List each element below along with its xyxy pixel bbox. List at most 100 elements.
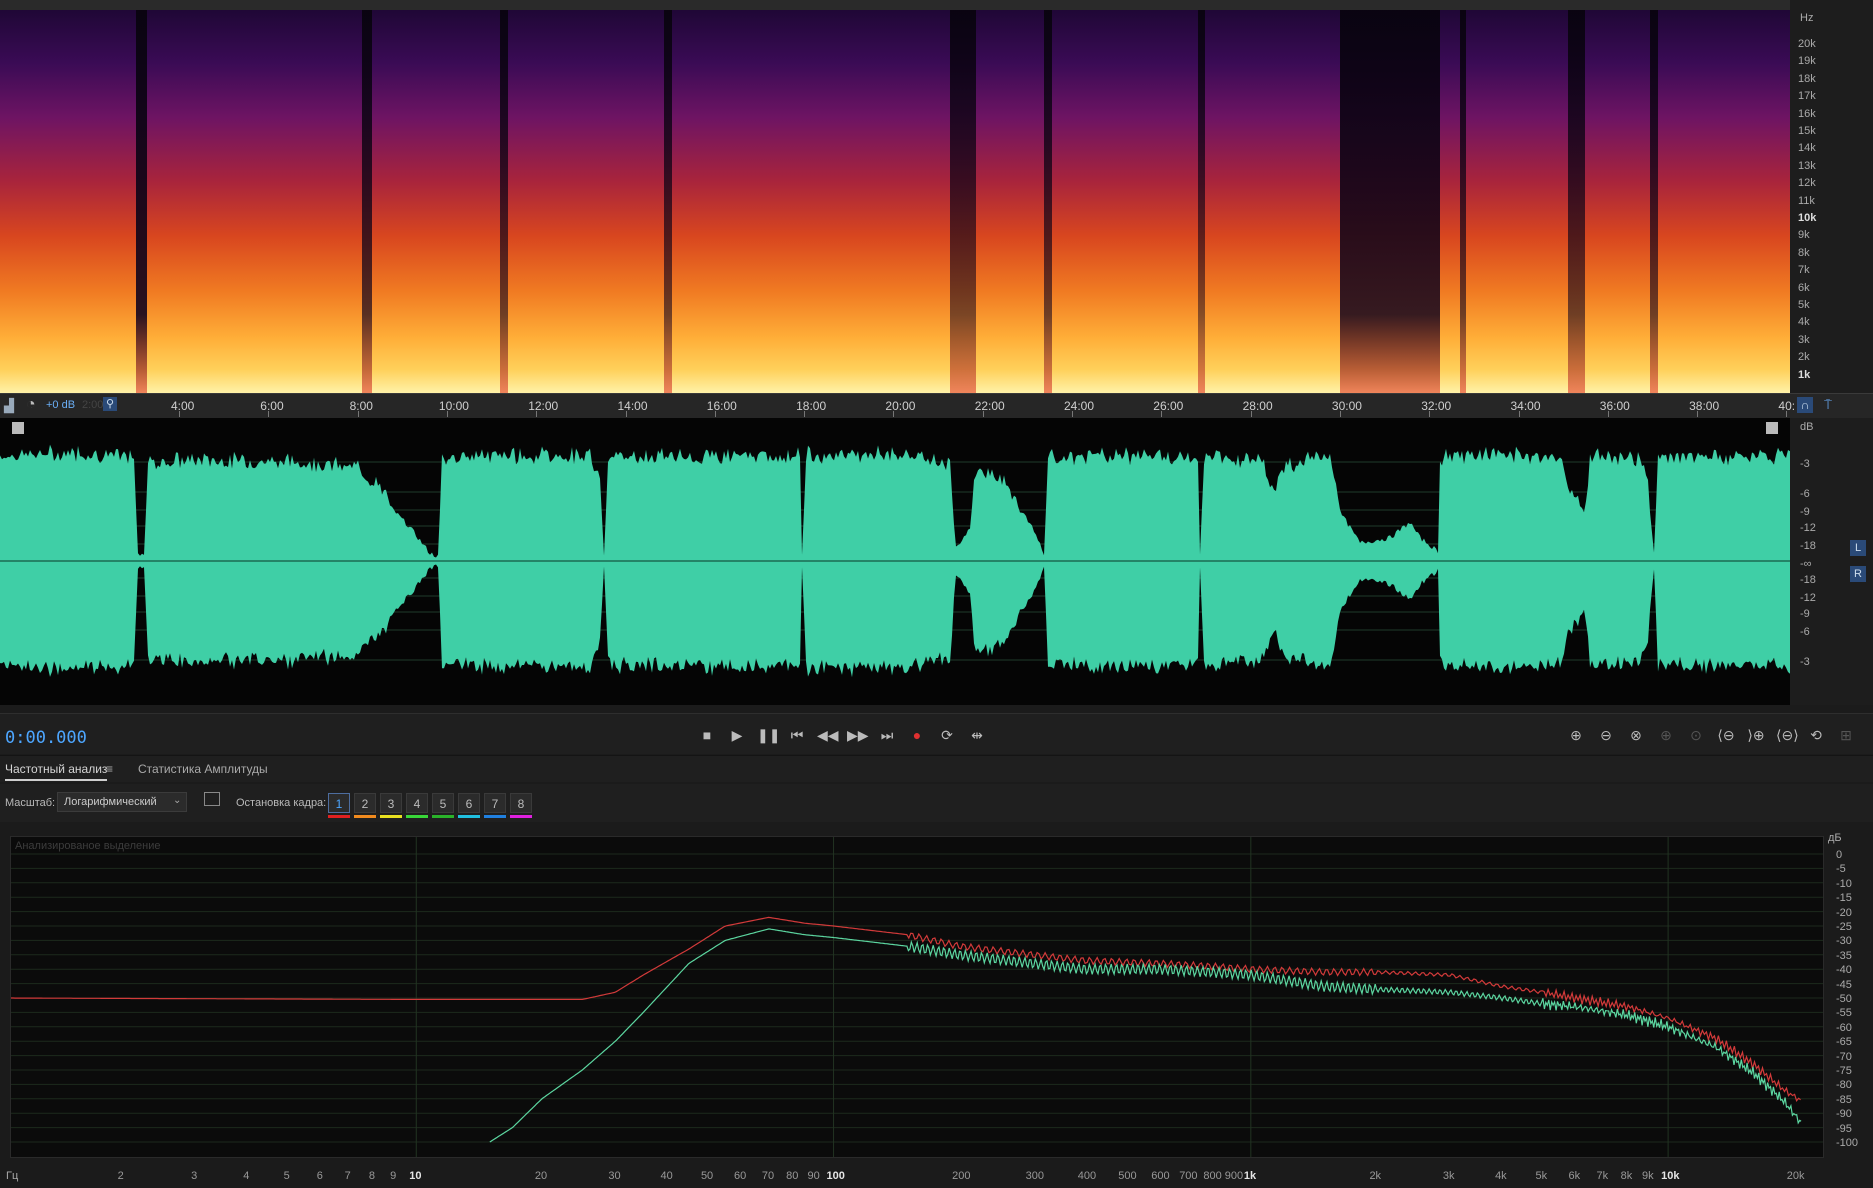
hz-tick-label: 9k — [1798, 229, 1810, 242]
hz-tick-label: 18k — [1798, 72, 1816, 85]
zoom-in-time-icon[interactable]: ⊕ — [1656, 726, 1676, 744]
graph-hz-tick: 8 — [368, 1170, 375, 1182]
marker-icon[interactable]: ⍑ — [1820, 397, 1836, 413]
freeze-frame-button-6[interactable]: 6 — [458, 793, 480, 813]
spectrogram-gap — [362, 0, 372, 393]
spectrogram-gap — [1460, 0, 1466, 393]
timeline-tick — [1697, 411, 1699, 417]
graph-hz-tick: 1k — [1243, 1170, 1257, 1182]
graph-hz-tick: 90 — [807, 1170, 820, 1182]
freeze-frame-button-8[interactable]: 8 — [510, 793, 532, 813]
hz-tick-label: 17k — [1798, 90, 1816, 103]
spectrogram-gap — [1044, 0, 1052, 393]
timeline-tick-label: 20:00 — [885, 399, 916, 413]
zoom-to-playhead-icon[interactable]: ⊞ — [1836, 726, 1856, 744]
graph-db-tick: -55 — [1836, 1007, 1852, 1020]
waveform-db-tick: -18 — [1800, 540, 1816, 552]
scale-label: Масштаб: — [5, 797, 56, 809]
gain-label: +0 dB — [46, 399, 76, 411]
play-button[interactable]: ▶ — [727, 726, 747, 744]
fast-forward-button[interactable]: ▶▶ — [847, 726, 869, 744]
loop-button[interactable]: ⟳ — [937, 726, 957, 744]
zoom-corner-right-icon[interactable] — [1766, 422, 1778, 434]
freeze-frame-button-7[interactable]: 7 — [484, 793, 506, 813]
timeline-tick — [357, 411, 359, 417]
freeze-frame-button-2[interactable]: 2 — [354, 793, 376, 813]
graph-db-tick: -50 — [1836, 993, 1852, 1005]
graph-hz-tick: 7k — [1596, 1170, 1609, 1182]
graph-hz-tick: 2 — [117, 1170, 124, 1182]
hz-tick-label: 6k — [1798, 281, 1810, 294]
waveform-db-tick: -9 — [1800, 506, 1810, 518]
waveform-db-tick: -18 — [1800, 574, 1816, 586]
timeline-ruler[interactable]: ▟ ◔ +0 dB 2:00 ⚲ 4:00 6:00 8:00 10:00 12:00 1… — [0, 393, 1873, 418]
graph-hz-tick: 4 — [243, 1170, 250, 1182]
spectrum-curve-red — [0, 916, 1801, 1103]
waveform-view[interactable] — [0, 418, 1790, 705]
hz-tick-label: 13k — [1798, 159, 1816, 172]
scale-select[interactable]: Логарифмический ⌄ — [57, 792, 187, 812]
graph-hz-tick: 30 — [608, 1170, 621, 1182]
waveform-db-tick: -6 — [1800, 626, 1810, 638]
spectrogram-view[interactable] — [0, 0, 1790, 393]
spectrogram-gap — [500, 0, 508, 393]
headphones-icon[interactable]: ∩ — [1797, 397, 1813, 413]
pin-icon[interactable]: ⚲ — [103, 397, 117, 411]
timeline-tick-label: 28:00 — [1242, 399, 1273, 413]
freeze-frame-button-3[interactable]: 3 — [380, 793, 402, 813]
go-to-start-button[interactable]: ⏮ — [787, 726, 807, 744]
freeze-frame-button-1[interactable]: 1 — [328, 793, 350, 813]
levels-icon[interactable]: ▟ — [4, 398, 14, 414]
zoom-selection-icon[interactable]: ⊙ — [1686, 726, 1706, 744]
zoom-out-time-icon[interactable]: ⟨⊖ — [1716, 726, 1736, 744]
graph-db-tick: -5 — [1836, 863, 1846, 876]
spectrogram-top-bar[interactable] — [0, 0, 1790, 10]
graph-hz-tick: 600 — [1151, 1170, 1170, 1182]
graph-hz-tick: 200 — [952, 1170, 971, 1182]
graph-db-tick: -25 — [1836, 921, 1852, 933]
copy-icon[interactable] — [204, 792, 220, 806]
gain-knob-icon[interactable]: ◔ — [26, 396, 36, 414]
timeline-tick — [1339, 411, 1341, 417]
freeze-frame-button-5[interactable]: 5 — [432, 793, 454, 813]
hz-tick-label: 8k — [1798, 246, 1810, 259]
zoom-corner-left-icon[interactable] — [12, 422, 24, 434]
zoom-in-amplitude-icon[interactable]: ⊕ — [1566, 726, 1586, 744]
channel-left-toggle[interactable]: L — [1850, 540, 1866, 556]
zoom-out-full-icon[interactable]: ⟲ — [1806, 726, 1826, 744]
graph-hz-tick: 400 — [1077, 1170, 1097, 1182]
panel-menu-icon[interactable]: ≡ — [106, 762, 113, 776]
rewind-button[interactable]: ◀◀ — [817, 726, 839, 744]
frequency-analysis-graph[interactable]: Анализированое выделение дБ 0 -5 -10 -15 -20… — [0, 832, 1873, 1188]
pause-button[interactable]: ❚❚ — [757, 726, 780, 744]
graph-db-tick: -75 — [1836, 1065, 1852, 1077]
timeline-tick — [893, 411, 895, 417]
hz-tick-label: 16k — [1798, 107, 1816, 120]
hz-tick-label: 19k — [1798, 55, 1816, 68]
waveform-db-tick: -9 — [1800, 608, 1810, 620]
zoom-full-icon[interactable]: ⟨⊖⟩ — [1776, 726, 1799, 744]
channel-right-toggle[interactable]: R — [1850, 566, 1866, 582]
freeze-frame-button-4[interactable]: 4 — [406, 793, 428, 813]
zoom-reset-icon[interactable]: ⊗ — [1626, 726, 1646, 744]
timeline-tick — [446, 411, 448, 417]
graph-hz-tick: 6 — [316, 1170, 323, 1182]
zoom-out-amplitude-icon[interactable]: ⊖ — [1596, 726, 1616, 744]
spectrogram-frequency-scale: Hz 20k 19k 18k 17k 16k 15k 14k 13k 12k 11k 10k 9k 8k… — [1790, 0, 1873, 393]
graph-db-tick: -100 — [1836, 1137, 1859, 1149]
tab-frequency-analysis[interactable]: Частотный анализ — [5, 762, 108, 781]
freeze-frame-color-5 — [432, 815, 454, 818]
analysis-panel-tabs: Частотный анализ ≡ Статистика Амплитуды — [0, 755, 1873, 782]
tab-amplitude-statistics[interactable]: Статистика Амплитуды — [138, 762, 268, 776]
go-to-end-button[interactable]: ⏭ — [877, 726, 897, 744]
transport-bar: 0:00.000 ■ ▶ ❚❚ ⏮ ◀◀ ▶▶ ⏭ ● ⟳ ⇹ ⊕ ⊖ ⊗ ⊕ … — [0, 713, 1873, 754]
timeline-tick-label: 18:00 — [796, 399, 827, 413]
record-button[interactable]: ● — [907, 726, 927, 744]
hz-tick-label: 15k — [1798, 125, 1816, 137]
zoom-fit-icon[interactable]: ⟩⊕ — [1746, 726, 1766, 744]
spectrogram-gap — [1198, 0, 1205, 393]
graph-hz-tick: 20 — [534, 1170, 548, 1182]
stop-button[interactable]: ■ — [697, 726, 717, 744]
graph-hz-tick: 5k — [1535, 1170, 1548, 1182]
skip-button[interactable]: ⇹ — [967, 726, 987, 744]
